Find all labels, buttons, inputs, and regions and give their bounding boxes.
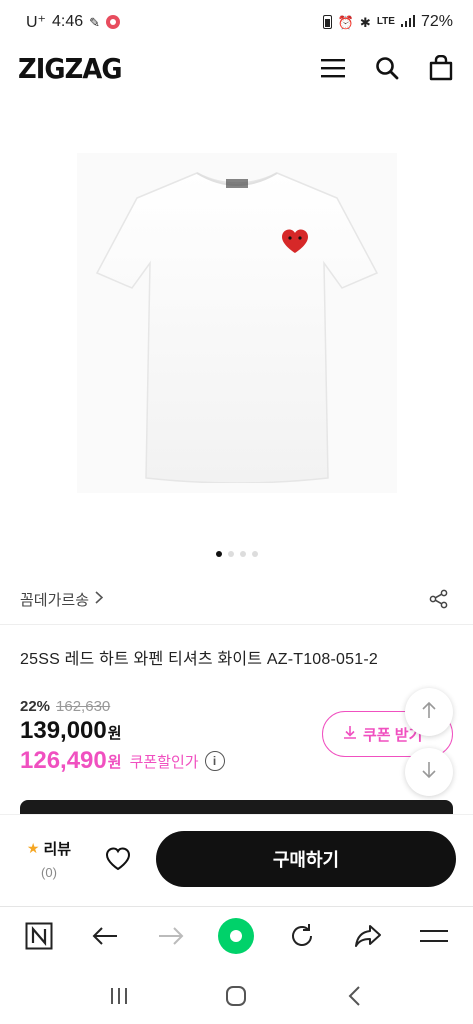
brand-row: 꼼데가르송: [0, 584, 473, 614]
browser-menu-icon[interactable]: [414, 916, 454, 956]
alarm-icon: ⏰: [337, 14, 354, 30]
status-left: U⁺ 4:46 ✎: [26, 12, 121, 32]
review-top: ★ 리뷰: [27, 838, 71, 859]
battery-percent: 72%: [420, 13, 453, 30]
record-icon: [106, 15, 121, 29]
product-image-gallery[interactable]: [0, 108, 473, 538]
currency-unit: 원: [107, 753, 122, 771]
zigzag-logo[interactable]: ZIGZAG: [18, 52, 123, 85]
header-icons: [319, 54, 455, 82]
browser-toolbar: [0, 906, 473, 964]
share-arrow-icon[interactable]: [348, 916, 388, 956]
status-right: ⏰ ✱ LTE 72%: [322, 13, 453, 31]
back-icon[interactable]: [334, 976, 374, 1016]
chevron-right-icon: [95, 590, 104, 608]
product-title: 25SS 레드 하트 와펜 티셔츠 화이트 AZ-T108-051-2: [20, 651, 378, 668]
back-arrow-icon[interactable]: [85, 916, 125, 956]
star-icon: ★: [26, 839, 40, 856]
app-header: ZIGZAG: [0, 44, 473, 92]
pagination-dot[interactable]: [251, 551, 258, 557]
network-label: LTE: [376, 16, 395, 27]
notification-icon: ✎: [89, 14, 101, 30]
bluetooth-icon: ✱: [359, 14, 371, 30]
search-icon[interactable]: [373, 54, 401, 82]
signal-icon: [400, 15, 415, 29]
brand-link[interactable]: 꼼데가르송: [20, 589, 104, 610]
info-icon[interactable]: i: [204, 751, 225, 771]
shopping-bag-icon[interactable]: [427, 54, 455, 82]
scroll-bottom-button[interactable]: [405, 748, 453, 796]
brand-name: 꼼데가르송: [20, 591, 90, 609]
forward-arrow-icon[interactable]: [151, 916, 191, 956]
download-icon: [343, 725, 357, 743]
green-dot-icon: [218, 917, 255, 954]
sale-price-line: 139,000 원: [20, 717, 225, 745]
android-navigation-bar: [0, 968, 473, 1024]
original-price: 162,630: [56, 698, 111, 715]
gallery-pagination: [0, 551, 473, 557]
currency-unit: 원: [107, 725, 122, 742]
discount-line: 22% 162,630: [20, 698, 225, 715]
coupon-price-label: 쿠폰할인가: [129, 753, 199, 771]
bottom-purchase-bar: ★ 리뷰 (0) 구매하기: [0, 814, 473, 902]
menu-icon[interactable]: [319, 54, 347, 82]
pagination-dot[interactable]: [227, 551, 234, 557]
pagination-dot[interactable]: [215, 551, 222, 557]
heart-icon[interactable]: [98, 839, 138, 879]
tshirt-image: [95, 172, 378, 483]
arrow-up-icon: [421, 701, 437, 724]
scroll-top-button[interactable]: [405, 688, 453, 736]
naver-n-icon[interactable]: [19, 916, 59, 956]
buy-button[interactable]: 구매하기: [156, 830, 456, 887]
status-time: 4:46: [52, 13, 84, 30]
discount-percent: 22%: [20, 698, 51, 715]
review-label: 리뷰: [43, 840, 72, 858]
product-image[interactable]: [76, 153, 397, 493]
battery-saver-icon: [322, 15, 332, 29]
divider: [0, 624, 473, 625]
arrow-down-icon: [421, 761, 437, 784]
carrier-label: U⁺: [26, 14, 46, 31]
refresh-icon[interactable]: [282, 916, 322, 956]
status-bar: U⁺ 4:46 ✎ ⏰ ✱ LTE 72%: [0, 0, 473, 44]
home-icon[interactable]: [216, 976, 256, 1016]
recent-apps-icon[interactable]: [99, 976, 139, 1016]
coupon-price-line: 126,490 원 쿠폰할인가 i: [20, 747, 225, 775]
pagination-dot[interactable]: [239, 551, 246, 557]
review-count: (0): [41, 864, 57, 880]
green-home-icon[interactable]: [216, 916, 256, 956]
coupon-price: 126,490: [20, 747, 107, 774]
review-summary[interactable]: ★ 리뷰 (0): [16, 838, 82, 880]
sale-price: 139,000: [20, 717, 107, 744]
share-icon[interactable]: [425, 585, 453, 613]
price-block: 22% 162,630 139,000 원 126,490 원 쿠폰할인가 i: [20, 698, 225, 775]
